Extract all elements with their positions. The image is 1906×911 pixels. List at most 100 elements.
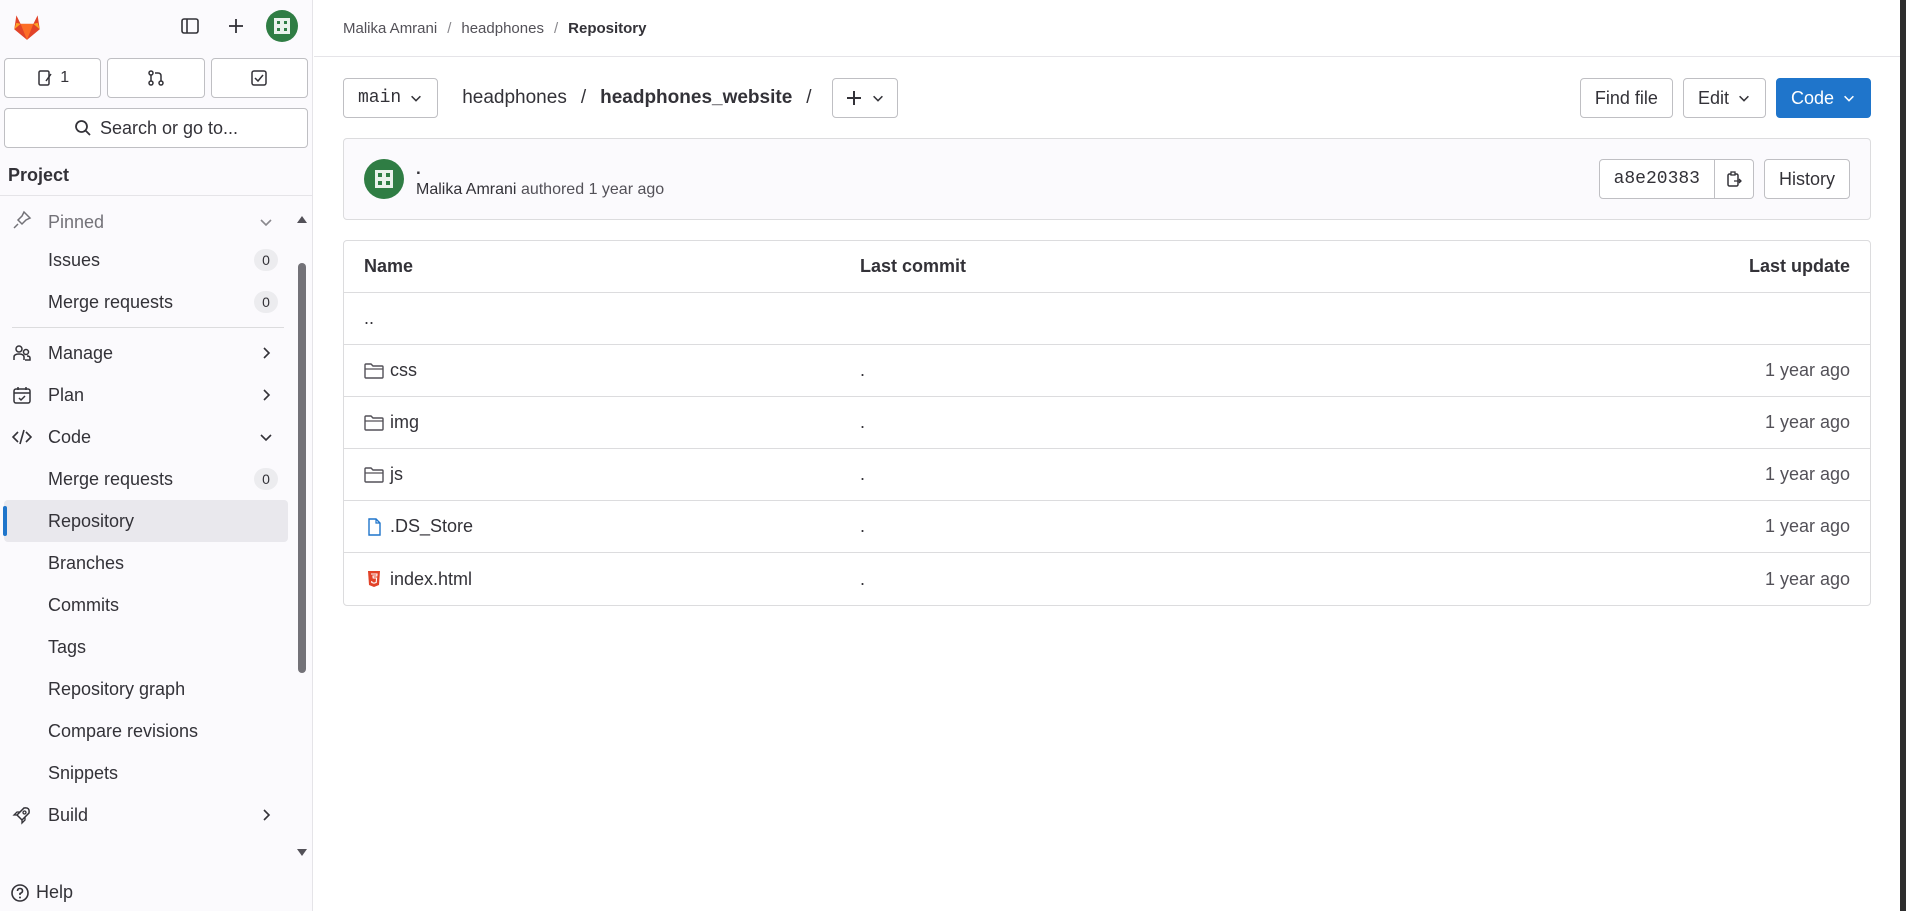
users-icon bbox=[13, 345, 31, 361]
last-update-time: 1 year ago bbox=[1764, 568, 1850, 589]
sidebar-item-manage[interactable]: Manage bbox=[0, 332, 288, 374]
breadcrumb-project[interactable]: headphones bbox=[461, 20, 544, 37]
sidebar-item-code[interactable]: Code bbox=[0, 416, 288, 458]
scroll-up-arrow-icon[interactable] bbox=[296, 213, 308, 225]
table-header: Name Last commit Last update bbox=[344, 241, 1870, 293]
sidebar-item-label: Plan bbox=[48, 384, 85, 405]
sidebar-item-snippets[interactable]: Snippets bbox=[0, 752, 288, 794]
main-content: Malika Amrani / headphones / Repository … bbox=[314, 0, 1900, 911]
last-update-time: 1 year ago bbox=[1764, 464, 1850, 484]
last-commit-message[interactable]: . bbox=[860, 412, 1650, 433]
sidebar-item-commits[interactable]: Commits bbox=[0, 584, 288, 626]
sidebar-item-compare-revisions[interactable]: Compare revisions bbox=[0, 710, 288, 752]
find-file-button[interactable]: Find file bbox=[1579, 78, 1673, 118]
file-name[interactable]: .. bbox=[364, 308, 374, 329]
history-button[interactable]: History bbox=[1763, 159, 1850, 199]
search-icon bbox=[75, 120, 91, 136]
sidebar-item-build[interactable]: Build bbox=[0, 794, 288, 836]
search-button[interactable]: Search or go to... bbox=[4, 108, 308, 148]
chevron-down-icon bbox=[872, 95, 883, 102]
copy-sha-button[interactable] bbox=[1714, 159, 1754, 199]
sidebar-item-merge-requests-pinned[interactable]: Merge requests 0 bbox=[0, 281, 288, 323]
file-tree-table: Name Last commit Last update .. css . 1 … bbox=[343, 240, 1871, 606]
sidebar-item-label: Merge requests bbox=[48, 468, 174, 489]
file-name[interactable]: js bbox=[390, 464, 403, 485]
sidebar-item-label: Repository bbox=[48, 510, 135, 531]
sidebar-item-issues[interactable]: Issues 0 bbox=[0, 239, 288, 281]
sidebar-item-label: Commits bbox=[48, 594, 119, 615]
todos-count-button[interactable] bbox=[210, 58, 308, 98]
file-name[interactable]: img bbox=[390, 412, 419, 433]
commit-author-avatar[interactable] bbox=[364, 159, 404, 199]
table-row[interactable]: img . 1 year ago bbox=[344, 397, 1870, 449]
file-name[interactable]: .DS_Store bbox=[390, 516, 473, 537]
issues-icon bbox=[38, 70, 52, 86]
sidebar-counts: 1 bbox=[0, 52, 312, 98]
last-commit-message[interactable]: . bbox=[860, 464, 1650, 485]
path-directory[interactable]: headphones_website bbox=[600, 87, 792, 109]
add-dropdown-button[interactable] bbox=[831, 78, 898, 118]
code-dropdown-button[interactable]: Code bbox=[1775, 78, 1871, 118]
chevron-down-icon bbox=[411, 95, 422, 102]
sidebar-item-label: Pinned bbox=[48, 211, 105, 232]
pin-icon bbox=[13, 210, 32, 229]
issues-count-button[interactable]: 1 bbox=[4, 58, 102, 98]
sidebar-item-branches[interactable]: Branches bbox=[0, 542, 288, 584]
html5-icon bbox=[368, 571, 380, 587]
table-row[interactable]: .DS_Store . 1 year ago bbox=[344, 501, 1870, 553]
help-button[interactable]: Help bbox=[10, 882, 73, 903]
sidebar-item-plan[interactable]: Plan bbox=[0, 374, 288, 416]
table-row[interactable]: .. bbox=[344, 293, 1870, 345]
user-avatar[interactable] bbox=[266, 10, 298, 42]
merge-requests-count-button[interactable] bbox=[107, 58, 205, 98]
sidebar-item-tags[interactable]: Tags bbox=[0, 626, 288, 668]
file-name[interactable]: index.html bbox=[390, 569, 472, 590]
sidebar-item-label: Code bbox=[48, 426, 92, 447]
table-row[interactable]: index.html . 1 year ago bbox=[344, 553, 1870, 605]
todo-icon bbox=[251, 70, 268, 86]
table-row[interactable]: css . 1 year ago bbox=[344, 345, 1870, 397]
scroll-thumb[interactable] bbox=[298, 263, 306, 673]
file-icon bbox=[368, 517, 381, 536]
gitlab-logo-icon[interactable] bbox=[10, 9, 44, 43]
copy-icon bbox=[1727, 171, 1742, 187]
table-row[interactable]: js . 1 year ago bbox=[344, 449, 1870, 501]
branch-selector[interactable]: main bbox=[343, 78, 439, 118]
breadcrumb-current[interactable]: Repository bbox=[568, 20, 646, 37]
repo-toolbar: main headphones / headphones_website / F… bbox=[343, 78, 1871, 118]
commit-author[interactable]: Malika Amrani bbox=[416, 181, 516, 198]
search-label: Search or go to... bbox=[99, 117, 239, 138]
plus-icon[interactable] bbox=[220, 10, 252, 42]
sidebar-item-merge-requests[interactable]: Merge requests 0 bbox=[0, 458, 288, 500]
sidebar-topbar bbox=[0, 0, 312, 52]
last-commit-message[interactable]: . bbox=[860, 360, 1650, 381]
calendar-icon bbox=[13, 387, 31, 404]
breadcrumb-user[interactable]: Malika Amrani bbox=[343, 20, 437, 37]
toggle-sidebar-icon[interactable] bbox=[174, 10, 206, 42]
sidebar-item-repository[interactable]: Repository bbox=[3, 500, 288, 542]
folder-icon bbox=[364, 362, 384, 379]
sidebar-scrollbar[interactable] bbox=[296, 205, 308, 865]
commit-sha[interactable]: a8e20383 bbox=[1598, 159, 1715, 199]
chevron-down-icon bbox=[260, 434, 272, 442]
scroll-down-arrow-icon[interactable] bbox=[296, 847, 308, 859]
help-label: Help bbox=[36, 882, 74, 902]
branch-name: main bbox=[358, 88, 402, 108]
edit-dropdown-button[interactable]: Edit bbox=[1682, 78, 1766, 118]
last-commit-message[interactable]: . bbox=[860, 569, 1650, 590]
commit-time: 1 year ago bbox=[588, 181, 665, 198]
sidebar-item-label: Issues bbox=[48, 249, 101, 270]
rocket-icon bbox=[12, 807, 30, 825]
sidebar-item-repository-graph[interactable]: Repository graph bbox=[0, 668, 288, 710]
sidebar-item-label: Compare revisions bbox=[48, 720, 199, 741]
file-name[interactable]: css bbox=[390, 360, 417, 381]
sidebar-item-pinned[interactable]: Pinned bbox=[0, 205, 288, 239]
chevron-down-icon bbox=[1739, 95, 1749, 102]
path-separator: / bbox=[580, 87, 587, 108]
column-header-last-update: Last update bbox=[1748, 256, 1850, 276]
plus-icon bbox=[846, 91, 861, 105]
path-project[interactable]: headphones bbox=[462, 87, 567, 109]
last-commit-message[interactable]: . bbox=[860, 516, 1650, 537]
commit-title[interactable]: . bbox=[416, 159, 664, 179]
merge-request-icon bbox=[148, 70, 164, 86]
